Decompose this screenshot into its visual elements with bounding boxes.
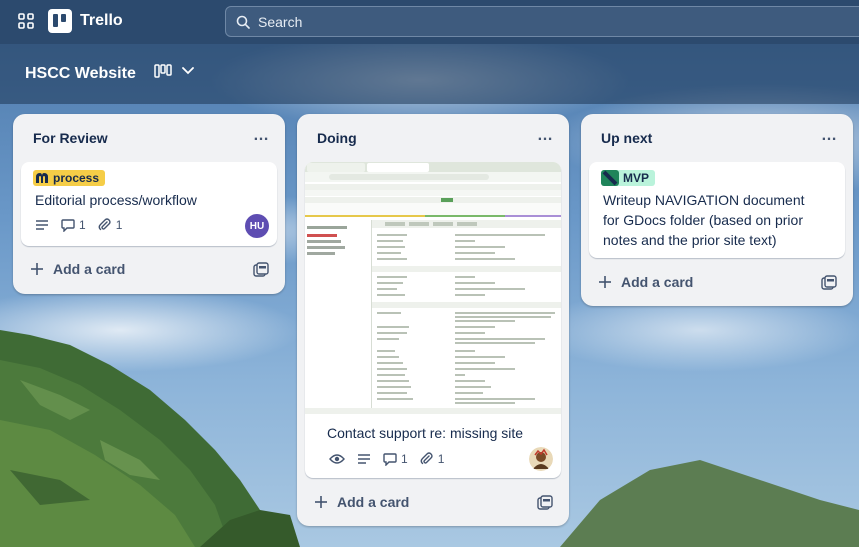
attachment-count: 1 (115, 218, 123, 232)
card-label-mvp[interactable]: MVP (601, 170, 656, 186)
member-avatar[interactable]: HU (245, 214, 269, 238)
card-title: Contact support re: missing site (327, 425, 524, 441)
add-card-label: Add a card (621, 274, 694, 290)
more-icon: … (253, 127, 269, 144)
board-view-switcher[interactable] (154, 64, 194, 78)
comment-icon (383, 452, 397, 466)
card-badges: 1 1 (329, 452, 444, 466)
card-title-line: for GDocs folder (based on prior (603, 212, 803, 228)
more-icon: … (537, 127, 553, 144)
search-box[interactable] (225, 6, 859, 37)
comment-count: 1 (401, 452, 408, 466)
browser-screenshot-cover (305, 162, 561, 414)
search-input[interactable] (258, 13, 818, 30)
comments-badge: 1 (61, 218, 86, 232)
paperclip-icon (98, 218, 111, 231)
card-cover-image (305, 162, 561, 414)
attachment-count: 1 (437, 452, 445, 466)
comments-badge: 1 (383, 452, 408, 466)
top-navigation-bar: Trello (0, 0, 859, 44)
label-text: MVP (623, 171, 650, 185)
list-menu-button[interactable]: … (535, 128, 555, 148)
apps-grid-icon[interactable] (18, 13, 34, 29)
mvp-label-icon (601, 170, 619, 186)
add-card-label: Add a card (337, 494, 410, 510)
card-contact-support[interactable]: Contact support re: missing site 1 1 (305, 162, 561, 478)
comment-icon (61, 218, 75, 232)
app-name: Trello (80, 12, 123, 29)
card-template-icon[interactable] (537, 495, 553, 511)
plus-icon (599, 276, 611, 288)
add-card-button[interactable]: Add a card (31, 261, 125, 277)
list-title[interactable]: Up next (601, 130, 652, 146)
card-title: Writeup NAVIGATION document for GDocs fo… (603, 190, 805, 250)
add-card-label: Add a card (53, 261, 126, 277)
more-icon: … (821, 127, 837, 144)
search-icon (236, 15, 250, 29)
list-for-review: For Review … process Editorial process/w… (13, 114, 285, 294)
process-label-icon (36, 173, 48, 183)
card-writeup-navigation[interactable]: MVP Writeup NAVIGATION document for GDoc… (589, 162, 845, 258)
board-title[interactable]: HSCC Website (25, 65, 136, 83)
trello-home-link[interactable]: Trello (48, 9, 123, 33)
list-doing: Doing … Contact support re: missing site… (297, 114, 569, 526)
card-template-icon[interactable] (253, 262, 269, 278)
plus-icon (315, 496, 327, 508)
paperclip-icon (420, 452, 433, 465)
card-title: Editorial process/workflow (35, 192, 197, 208)
list-menu-button[interactable]: … (819, 128, 839, 148)
list-title[interactable]: For Review (33, 130, 108, 146)
description-icon (358, 454, 370, 464)
description-icon (36, 220, 48, 230)
attachments-badge: 1 (420, 452, 445, 466)
board-view-icon (154, 64, 172, 78)
board-header: HSCC Website (0, 44, 859, 104)
chevron-down-icon (182, 67, 194, 75)
list-title[interactable]: Doing (317, 130, 357, 146)
attachments-badge: 1 (98, 218, 123, 232)
card-label-process[interactable]: process (33, 170, 106, 186)
comment-count: 1 (79, 218, 86, 232)
trello-logo-icon (48, 9, 72, 33)
eye-icon (329, 454, 345, 464)
card-template-icon[interactable] (821, 275, 837, 291)
add-card-button[interactable]: Add a card (599, 274, 693, 290)
card-editorial-process[interactable]: process Editorial process/workflow 1 1 H… (21, 162, 277, 246)
list-menu-button[interactable]: … (251, 128, 271, 148)
member-photo-avatar[interactable] (529, 447, 553, 471)
label-text: process (53, 171, 100, 185)
card-title-line: Writeup NAVIGATION document (603, 192, 805, 208)
add-card-button[interactable]: Add a card (315, 494, 409, 510)
card-badges: 1 1 (35, 218, 122, 232)
list-up-next: Up next … MVP Writeup NAVIGATION documen… (581, 114, 853, 306)
card-title-line: notes and the prior site text) (603, 232, 777, 248)
plus-icon (31, 263, 43, 275)
